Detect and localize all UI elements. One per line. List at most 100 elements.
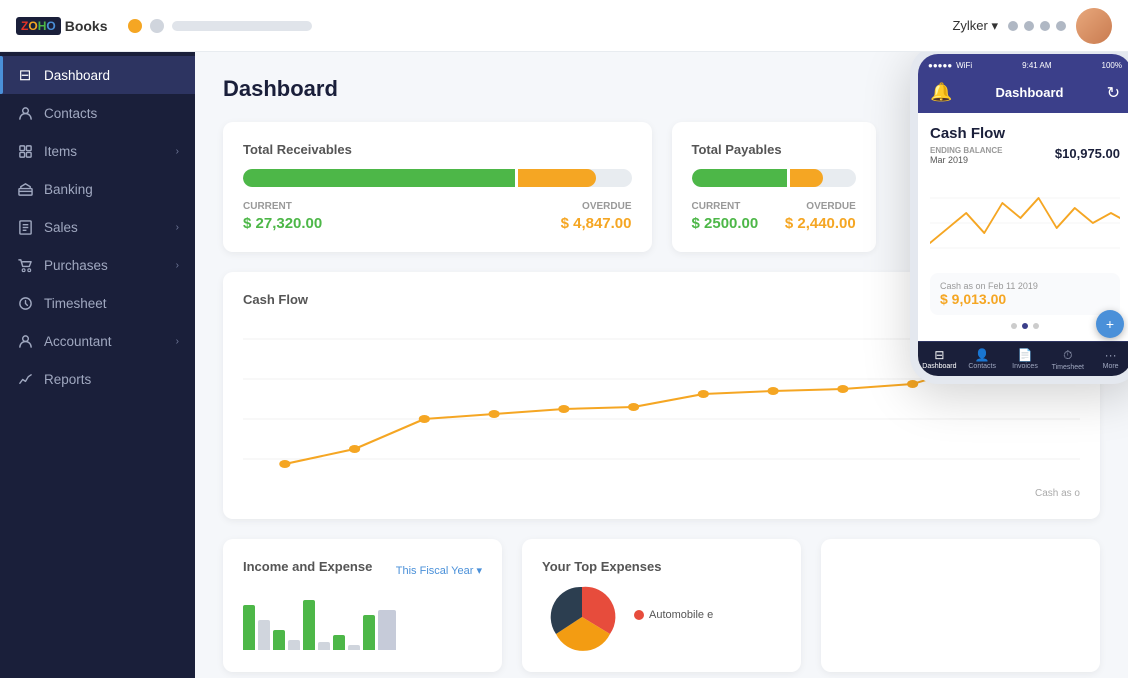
top-nav-dots [1008,21,1066,31]
mobile-bottom-nav: ⊟ Dashboard 👤 Contacts 📄 Invoices ⏱ Time… [918,341,1128,376]
items-chevron: › [176,146,179,157]
income-expense-chart [243,590,482,650]
loader-dot-inactive [150,19,164,33]
sidebar-label-purchases: Purchases [44,258,108,273]
payables-progress-track [692,169,856,187]
sidebar-item-sales[interactable]: Sales › [0,208,195,246]
bar-6 [318,642,330,650]
mobile-nav-dashboard: ⊟ Dashboard [918,348,961,371]
top-nav-dot-2 [1024,21,1034,31]
pie-chart-svg [542,582,622,652]
payables-overdue-label: OVERDUE $ 2,440.00 [785,201,856,232]
content-area: Dashboard Total Receivables CURRENT $ 27… [195,52,1128,678]
mobile-status-bar: ●●●●● WiFi 9:41 AM 100% [918,54,1128,76]
mobile-cash-label: Cash as on Feb 11 2019 [940,281,1110,291]
receivables-current-title: CURRENT [243,201,322,212]
loader-progress-bar [172,21,312,31]
dashboard-icon: ⊟ [16,66,34,84]
mobile-cash-box: Cash as on Feb 11 2019 $ 9,013.00 [930,273,1120,315]
income-expense-title: Income and Expense [243,559,372,574]
purchases-icon [16,256,34,274]
mobile-fab[interactable]: + [1096,310,1124,338]
sidebar-label-items: Items [44,144,77,159]
mobile-bell-icon: 🔔 [930,82,952,103]
mobile-card-title: Cash Flow [930,125,1120,142]
receivables-overdue-title: OVERDUE [561,201,632,212]
bar-4 [288,640,300,650]
reports-icon [16,370,34,388]
legend-dot-1 [634,610,644,620]
timesheet-icon [16,294,34,312]
total-receivables-card: Total Receivables CURRENT $ 27,320.00 OV… [223,122,652,252]
payables-labels: CURRENT $ 2500.00 OVERDUE $ 2,440.00 [692,201,856,232]
mobile-balance-row: ENDING BALANCE Mar 2019 $10,975.00 [930,146,1120,165]
logo: ZOHO Books [16,17,108,35]
accountant-chevron: › [176,336,179,347]
sidebar-item-reports[interactable]: Reports [0,360,195,398]
accountant-icon [16,332,34,350]
top-nav-dot-3 [1040,21,1050,31]
payables-overdue-title: OVERDUE [785,201,856,212]
pagination-dot-1 [1011,323,1017,329]
top-bar: ZOHO Books Zylker ▾ [0,0,1128,52]
mobile-refresh-icon: ↻ [1107,83,1120,103]
mobile-nav-contacts-label: Contacts [968,363,996,370]
bar-8 [348,645,360,650]
logo-books-text: Books [65,18,108,34]
sidebar-label-banking: Banking [44,182,93,197]
sidebar-item-purchases[interactable]: Purchases › [0,246,195,284]
mobile-nav-more-label: More [1103,363,1119,370]
mobile-time: 9:41 AM [1022,61,1051,70]
mobile-balance-left: ENDING BALANCE Mar 2019 [930,146,1002,165]
sidebar-item-contacts[interactable]: Contacts [0,94,195,132]
sidebar-label-timesheet: Timesheet [44,296,107,311]
pie-area: Automobile e [542,582,781,652]
bar-5 [303,600,315,650]
payables-overdue-bar [790,169,823,187]
mobile-cash-value: $ 9,013.00 [940,291,1110,307]
sidebar-label-contacts: Contacts [44,106,97,121]
mobile-signal: ●●●●● WiFi [928,61,972,70]
avatar[interactable] [1076,8,1112,44]
mobile-nav-title: Dashboard [996,85,1064,100]
receivables-overdue-value: $ 4,847.00 [561,215,632,232]
mobile-nav-more-icon: ··· [1105,348,1117,362]
mobile-nav-invoices-icon: 📄 [1018,348,1033,362]
user-name[interactable]: Zylker ▾ [952,18,998,34]
third-card [821,539,1100,672]
mobile-nav-timesheet-label: Timesheet [1052,364,1084,371]
sidebar-item-accountant[interactable]: Accountant › [0,322,195,360]
payables-current-title: CURRENT [692,201,759,212]
sidebar-item-dashboard[interactable]: ⊟ Dashboard [0,56,195,94]
payables-current-label: CURRENT $ 2500.00 [692,201,759,232]
mobile-nav-dashboard-icon: ⊟ [934,348,944,362]
sidebar-item-banking[interactable]: Banking [0,170,195,208]
mobile-nav-invoices-label: Invoices [1012,363,1038,370]
main-layout: ⊟ Dashboard Contacts Items › Banking [0,52,1128,678]
bar-3 [273,630,285,650]
bar-9 [363,615,375,650]
receivables-progress-track [243,169,632,187]
bar-1 [243,605,255,650]
mobile-nav-timesheet: ⏱ Timesheet [1046,348,1089,371]
mobile-chart [930,173,1120,273]
mobile-nav-contacts: 👤 Contacts [961,348,1004,371]
payables-current-bar [692,169,787,187]
receivables-overdue-bar [518,169,596,187]
mobile-nav-contacts-icon: 👤 [975,348,990,362]
sidebar-label-reports: Reports [44,372,91,387]
pie-legend: Automobile e [634,609,713,625]
sidebar-item-timesheet[interactable]: Timesheet [0,284,195,322]
payables-overdue-value: $ 2,440.00 [785,215,856,232]
mobile-overlay: ●●●●● WiFi 9:41 AM 100% 🔔 Dashboard ↻ Ca… [910,52,1128,384]
fiscal-year-select[interactable]: This Fiscal Year ▾ [396,564,482,577]
sidebar: ⊟ Dashboard Contacts Items › Banking [0,52,195,678]
sidebar-item-items[interactable]: Items › [0,132,195,170]
top-bar-right: Zylker ▾ [952,8,1112,44]
bar-7 [333,635,345,650]
bar-wide [378,610,396,650]
top-expenses-card: Your Top Expenses Automobile e [522,539,801,672]
legend-label-1: Automobile e [649,609,713,621]
receivables-labels: CURRENT $ 27,320.00 OVERDUE $ 4,847.00 [243,201,632,232]
avatar-image [1076,8,1112,44]
